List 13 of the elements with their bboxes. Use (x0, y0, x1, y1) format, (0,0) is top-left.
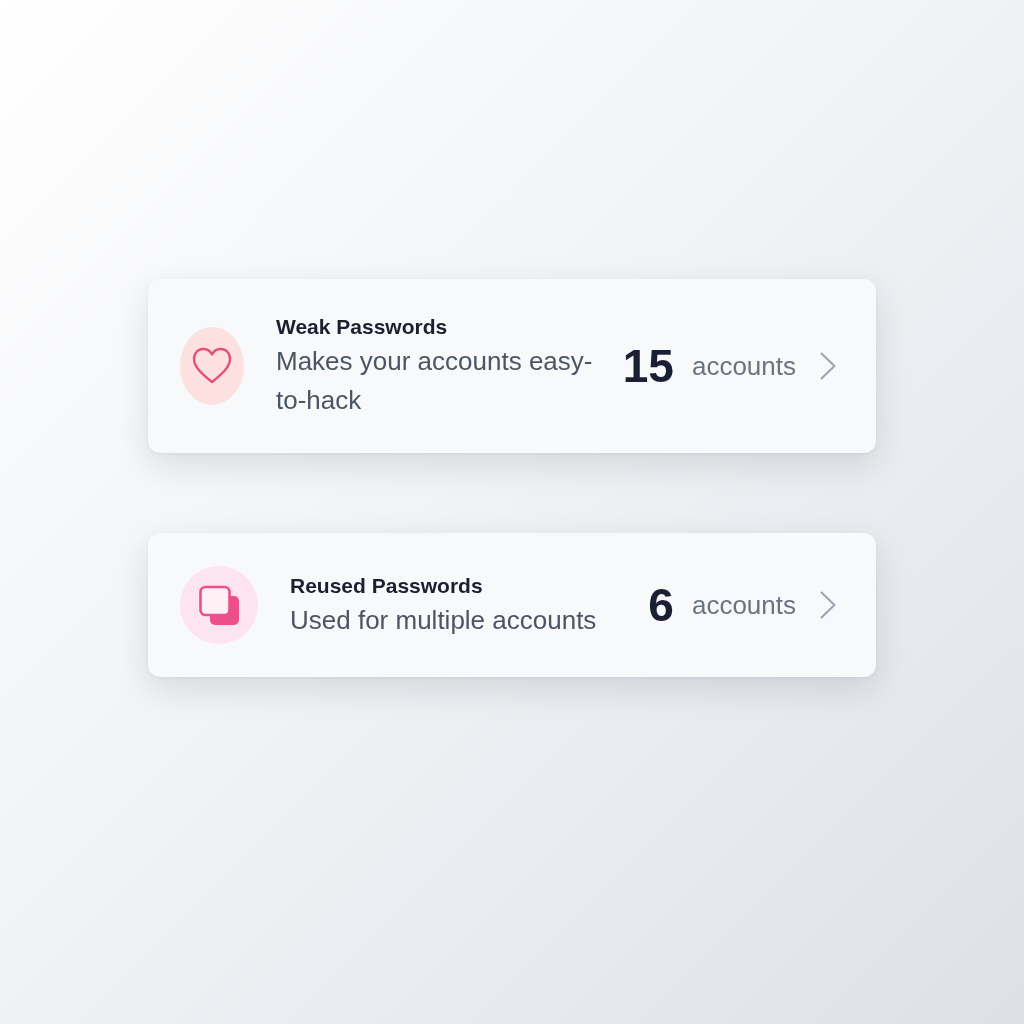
count-unit: accounts (691, 589, 796, 622)
count-unit: accounts (691, 350, 796, 383)
password-issue-card[interactable]: Reused Passwords Used for multiple accounts 6 accounts (148, 533, 876, 677)
card-description: Makes your accounts easy-to-hack (276, 345, 594, 417)
account-count: 15 (622, 339, 674, 394)
password-issue-card[interactable]: Weak Passwords Makes your accounts easy-to-hack 15 accounts (148, 279, 876, 453)
overlapping-squares-icon (180, 566, 258, 644)
card-description: Used for multiple accounts (290, 603, 597, 637)
card-title: Weak Passwords (276, 314, 448, 340)
chevron-right-icon (820, 352, 836, 380)
chevron-right-icon (820, 591, 836, 619)
account-count: 6 (648, 578, 674, 633)
card-title: Reused Passwords (290, 572, 483, 599)
